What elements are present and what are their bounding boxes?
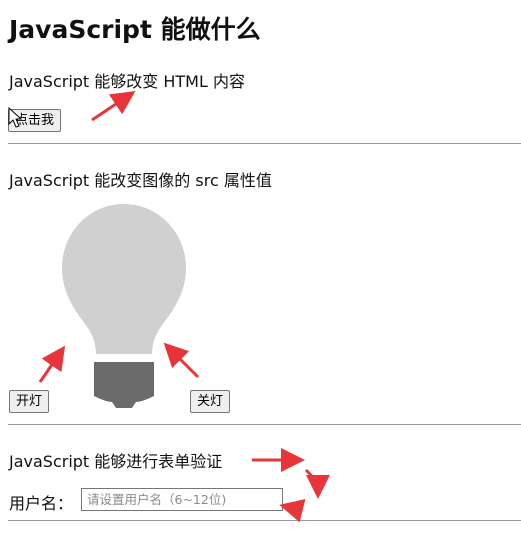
annotation-arrow — [38, 345, 66, 383]
annotation-arrow — [304, 468, 330, 499]
mouse-cursor-icon — [8, 106, 23, 128]
annotation-arrow — [91, 91, 136, 122]
annotation-arrow — [163, 342, 200, 379]
annotation-arrow — [279, 498, 306, 523]
annotation-overlay — [8, 91, 330, 523]
page-root: JavaScript 能做什么 JavaScript 能够改变 HTML 内容 … — [0, 0, 521, 534]
